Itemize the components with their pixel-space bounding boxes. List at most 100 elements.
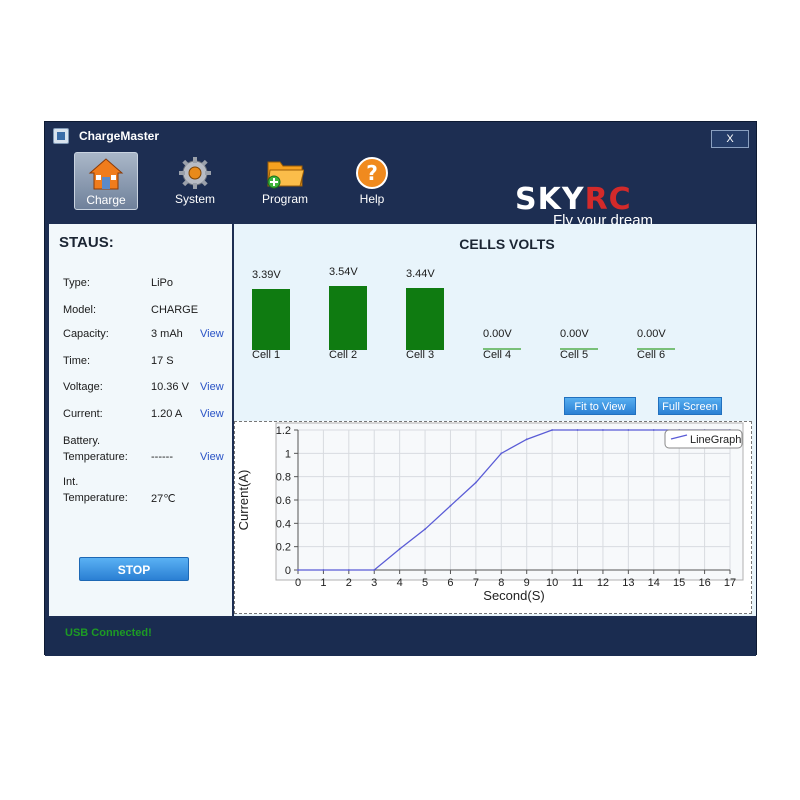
capacity-view-link[interactable]: View (200, 328, 224, 340)
x-tick-label: 5 (422, 577, 428, 589)
x-tick-label: 10 (546, 577, 558, 589)
series-point (551, 429, 554, 431)
cell-name-label: Cell 4 (483, 349, 512, 361)
series-point (627, 429, 630, 431)
x-tick-label: 11 (572, 577, 583, 589)
y-tick-label: 0.4 (276, 518, 291, 530)
battery-temperature-view-link[interactable]: View (200, 451, 224, 463)
usb-status-text: USB Connected! (65, 627, 152, 639)
series-point (297, 569, 299, 571)
stop-button[interactable]: STOP (79, 557, 189, 581)
gear-icon (176, 156, 214, 190)
x-tick-label: 15 (673, 577, 685, 589)
series-point (424, 528, 426, 531)
x-tick-label: 1 (320, 577, 326, 589)
cell-voltage-label: 3.54V (329, 266, 358, 278)
close-button[interactable]: X (711, 130, 749, 148)
status-row-current: Current: 1.20 A View (49, 408, 232, 426)
title-bar: ChargeMaster X (45, 122, 756, 150)
app-title: ChargeMaster (79, 129, 160, 143)
status-panel: STAUS: Type: LiPo Model: CHARGE Capacity… (49, 224, 232, 616)
status-key-line2: Temperature: (63, 451, 128, 463)
series-point (652, 429, 655, 431)
toolbar-help-label: Help (359, 192, 385, 206)
cell-name-label: Cell 2 (329, 349, 358, 361)
x-tick-label: 17 (724, 577, 736, 589)
y-tick-label: 1 (285, 448, 291, 460)
y-axis-label: Current(A) (236, 470, 251, 531)
fit-to-view-button[interactable]: Fit to View (564, 397, 636, 415)
status-value: ------ (151, 451, 173, 463)
series-point (576, 429, 579, 431)
status-row-int-temperature: Int. Temperature: 27℃ (49, 476, 232, 512)
status-key: Type: (63, 277, 90, 289)
series-point (322, 569, 325, 571)
toolbar-system-label: System (174, 192, 215, 206)
status-key: Current: (63, 408, 103, 420)
cell-voltage-bar (252, 289, 290, 350)
status-row-battery-temperature: Battery. Temperature: ------ View (49, 435, 232, 471)
x-axis-label: Second(S) (483, 588, 544, 603)
cells-volts-title: CELLS VOLTS (459, 236, 555, 252)
status-key: Voltage: (63, 381, 103, 393)
cell-voltage-label: 0.00V (560, 328, 589, 340)
voltage-view-link[interactable]: View (200, 381, 224, 393)
status-value: LiPo (151, 277, 174, 289)
status-row-model: Model: CHARGE (49, 304, 232, 322)
status-key: Capacity: (63, 328, 109, 340)
status-title: STAUS: (59, 234, 114, 251)
status-row-capacity: Capacity: 3 mAh View (49, 328, 232, 346)
series-point (474, 481, 477, 484)
main-panel: CELLS VOLTS 3.39V Cell 1 3.54V Cell 2 3.44V C… (234, 224, 756, 616)
x-tick-label: 14 (648, 577, 660, 589)
x-tick-label: 0 (295, 577, 301, 589)
status-row-type: Type: LiPo (49, 277, 232, 295)
cell-name-label: Cell 6 (637, 349, 666, 361)
toolbar-program-button[interactable]: Program (253, 152, 317, 210)
status-key-line1: Int. (63, 476, 79, 488)
svg-text:?: ? (366, 161, 378, 185)
series-point (373, 569, 376, 571)
toolbar-charge-button[interactable]: Charge (74, 152, 138, 210)
cell-voltage-label: 0.00V (637, 328, 666, 340)
series-point (525, 438, 528, 441)
folder-icon (266, 156, 305, 190)
toolbar-help-button[interactable]: ? Help (340, 152, 404, 210)
current-chart: 0 1 2 3 4 5 6 7 8 9 10 11 12 13 14 15 16 17 0 0.2 0.4 0.6 0.8 1… (234, 421, 752, 614)
current-view-link[interactable]: View (200, 408, 224, 420)
full-screen-button[interactable]: Full Screen (658, 397, 722, 415)
status-value: 27℃ (151, 493, 176, 505)
y-tick-label: 0 (285, 565, 291, 577)
app-window: ChargeMaster X Charge System Program ? H… (44, 121, 757, 656)
x-tick-label: 2 (346, 577, 352, 589)
x-tick-label: 16 (698, 577, 710, 589)
status-key-line1: Battery. (63, 435, 101, 447)
toolbar-charge-label: Charge (86, 193, 126, 207)
cell-name-label: Cell 1 (252, 349, 281, 361)
y-tick-label: 0.8 (276, 472, 291, 484)
x-tick-label: 6 (447, 577, 453, 589)
chart-svg: 0 1 2 3 4 5 6 7 8 9 10 11 12 13 14 15 16 1700.20.40.60.81… (236, 422, 744, 603)
skyrc-logo: SKYRC Fly your dream (515, 182, 653, 229)
status-value: 1.20 A (151, 408, 183, 420)
cell-voltage-label: 3.44V (406, 268, 435, 280)
series-point (398, 548, 401, 550)
x-tick-label: 7 (473, 577, 479, 589)
cell-name-label: Cell 5 (560, 349, 589, 361)
status-value: CHARGE (151, 304, 199, 316)
status-key: Time: (63, 355, 91, 367)
y-tick-label: 0.6 (276, 495, 291, 507)
cell-voltage-bar (329, 286, 367, 350)
series-point (449, 504, 452, 507)
y-tick-label: 1.2 (276, 425, 291, 437)
toolbar-program-label: Program (261, 192, 308, 206)
toolbar-system-button[interactable]: System (163, 152, 227, 210)
status-key-line2: Temperature: (63, 492, 128, 504)
series-point (500, 452, 503, 455)
x-tick-label: 3 (371, 577, 377, 589)
series-point (602, 429, 604, 431)
status-row-voltage: Voltage: 10.36 V View (49, 381, 232, 399)
cell-voltage-bar (406, 288, 444, 350)
status-key: Model: (63, 304, 97, 316)
legend-label: LineGraph (690, 434, 741, 446)
